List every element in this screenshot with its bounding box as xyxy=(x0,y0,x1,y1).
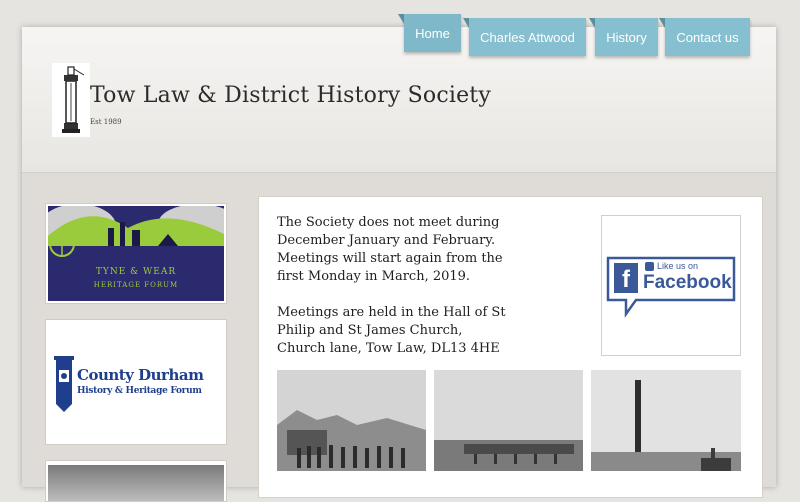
thumbs-up-icon xyxy=(645,262,654,271)
nav-tab-label: Charles Attwood xyxy=(480,29,575,45)
nav-tab-label: Home xyxy=(415,25,450,41)
society-logo[interactable] xyxy=(52,63,90,137)
nav-tab-label: Contact us xyxy=(676,29,739,45)
site-title[interactable]: Tow Law & District History Society xyxy=(90,83,491,108)
facebook-badge[interactable]: f Like us on Facebook xyxy=(601,215,741,356)
tyne-wear-subtitle: HERITAGE FORUM xyxy=(93,281,179,289)
facebook-f-icon: f xyxy=(614,263,638,293)
nav-tab-contact-us[interactable]: Contact us xyxy=(659,18,750,56)
nav-tab-history[interactable]: History xyxy=(589,18,658,56)
county-durham-title: County Durham xyxy=(77,366,204,384)
monument-icon xyxy=(62,66,85,133)
notice-paragraph-venue: Meetings are held in the Hall of St Phil… xyxy=(277,305,506,356)
sidebar-photo-card[interactable] xyxy=(45,460,227,502)
chimney-photo-image xyxy=(591,370,741,471)
tyne-wear-forum-card[interactable]: TYNE & WEAR HERITAGE FORUM xyxy=(45,203,227,304)
site-header: Tow Law & District History Society Est 1… xyxy=(22,27,776,173)
historic-photo-crowd[interactable] xyxy=(277,370,426,471)
tyne-wear-title: TYNE & WEAR xyxy=(95,267,177,277)
facebook-like-text: Like us on xyxy=(657,261,699,271)
historic-photo-street[interactable] xyxy=(434,370,583,471)
historic-photo-chimney[interactable] xyxy=(591,370,741,471)
banner-icon xyxy=(54,356,74,412)
site-tagline: Est 1989 xyxy=(90,118,122,126)
crowd-photo-image xyxy=(277,370,426,471)
nav-tab-charles-attwood[interactable]: Charles Attwood xyxy=(463,18,586,56)
county-durham-forum-card[interactable]: County Durham History & Heritage Forum xyxy=(45,319,227,445)
notice-paragraph-winter: The Society does not meet during Decembe… xyxy=(277,215,503,284)
meeting-notice: The Society does not meet during Decembe… xyxy=(277,214,512,376)
street-photo-image xyxy=(434,370,583,471)
county-durham-subtitle: History & Heritage Forum xyxy=(77,386,202,396)
nav-tab-label: History xyxy=(606,29,647,45)
sidebar-photo xyxy=(48,465,224,501)
facebook-brand-text: Facebook xyxy=(643,272,732,293)
nav-tab-home[interactable]: Home xyxy=(398,14,461,52)
